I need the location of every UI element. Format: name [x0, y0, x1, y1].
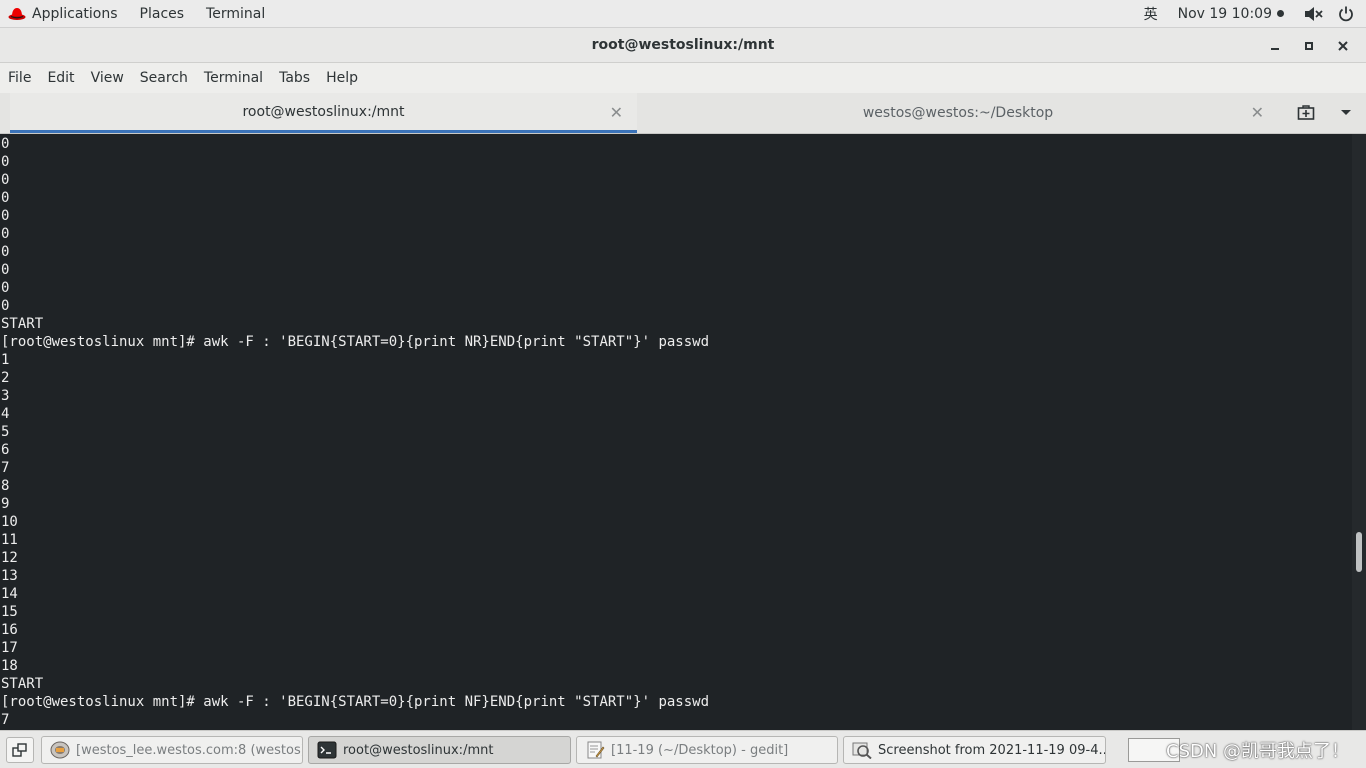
tab-menu-button[interactable]	[1326, 93, 1366, 133]
redhat-icon	[8, 7, 26, 20]
terminal-line: 10	[1, 514, 18, 530]
minimize-icon	[1271, 47, 1279, 50]
input-method-label: 英	[1143, 6, 1158, 23]
show-desktop-icon	[12, 743, 27, 757]
terminal-icon	[317, 741, 337, 759]
close-button[interactable]	[1326, 31, 1360, 61]
recording-dot-icon	[1277, 10, 1284, 17]
applications-label: Applications	[32, 5, 118, 22]
terminal-line: 0	[1, 208, 10, 224]
terminal-line: 0	[1, 298, 10, 314]
terminal-line: 18	[1, 658, 18, 674]
menu-edit[interactable]: Edit	[39, 70, 82, 86]
window-list-bar: [westos_lee.westos.com:8 (westos)... roo…	[0, 730, 1366, 768]
vnc-viewer-icon	[50, 741, 70, 759]
terminal-line: 9	[1, 496, 10, 512]
menu-file[interactable]: File	[0, 70, 39, 86]
terminal-line: START	[1, 676, 44, 692]
window-title: root@westoslinux:/mnt	[591, 37, 775, 53]
tab-label: root@westoslinux:/mnt	[242, 103, 405, 120]
close-icon	[1338, 40, 1348, 51]
menu-terminal[interactable]: Terminal	[196, 70, 271, 86]
terminal-line: 12	[1, 550, 18, 566]
terminal-line: START	[1, 316, 44, 332]
terminal-line: 16	[1, 622, 18, 638]
tab-bar: root@westoslinux:/mnt ✕ westos@westos:~/…	[0, 93, 1366, 134]
maximize-icon	[1305, 41, 1313, 50]
terminal-line: 1	[1, 352, 10, 368]
task-label: root@westoslinux:/mnt	[343, 742, 494, 758]
image-viewer-icon	[852, 742, 872, 759]
terminal-line: 14	[1, 586, 18, 602]
terminal-line: 0	[1, 154, 10, 170]
volume-muted-icon	[1305, 6, 1323, 21]
tab-westos-desktop[interactable]: westos@westos:~/Desktop ✕	[638, 93, 1278, 133]
minimize-button[interactable]	[1258, 31, 1292, 61]
task-image-viewer[interactable]: Screenshot from 2021-11-19 09-4...	[843, 736, 1106, 764]
task-label: [11-19 (~/Desktop) - gedit]	[611, 742, 789, 758]
tab-root-mnt[interactable]: root@westoslinux:/mnt ✕	[10, 93, 637, 133]
terminal-line: 13	[1, 568, 18, 584]
terminal-output[interactable]: 0 0 0 0 0 0 0 0 0 0 START [root@westosli…	[0, 134, 1352, 730]
volume-indicator[interactable]	[1298, 6, 1330, 22]
scrollbar-thumb[interactable]	[1356, 532, 1362, 572]
terminal-line: 4	[1, 406, 10, 422]
terminal-line: 7	[1, 712, 10, 728]
terminal-line: 11	[1, 532, 18, 548]
terminal-line: 3	[1, 388, 10, 404]
menu-view[interactable]: View	[83, 70, 132, 86]
new-tab-button[interactable]	[1286, 93, 1326, 133]
terminal-text: 0 0 0 0 0 0 0 0 0 0 START [root@westosli…	[0, 134, 1352, 729]
terminal-line: 5	[1, 424, 10, 440]
terminal-line: [root@westoslinux mnt]# awk -F : 'BEGIN{…	[1, 334, 710, 350]
terminal-line: 15	[1, 604, 18, 620]
terminal-line: 0	[1, 262, 10, 278]
new-tab-icon	[1297, 105, 1315, 120]
task-terminal[interactable]: root@westoslinux:/mnt	[308, 736, 571, 764]
task-gedit[interactable]: [11-19 (~/Desktop) - gedit]	[576, 736, 838, 764]
terminal-line: [root@westoslinux mnt]# awk -F : 'BEGIN{…	[1, 694, 710, 710]
input-method-indicator[interactable]: 英	[1134, 4, 1168, 24]
terminal-line: 7	[1, 460, 10, 476]
clock-label: Nov 19 10:09	[1177, 5, 1272, 22]
terminal-scrollbar[interactable]	[1352, 134, 1366, 730]
applications-menu[interactable]: Applications	[0, 6, 129, 22]
power-icon	[1339, 6, 1353, 21]
terminal-line: 0	[1, 244, 10, 260]
task-label: [westos_lee.westos.com:8 (westos)...	[76, 742, 303, 758]
tab-close-icon[interactable]: ✕	[610, 103, 623, 122]
watermark-text: CSDN @凯哥我点了！	[1166, 741, 1350, 762]
maximize-button[interactable]	[1292, 31, 1326, 61]
clock[interactable]: Nov 19 10:09	[1168, 6, 1298, 22]
terminal-line: 8	[1, 478, 10, 494]
terminal-line: 2	[1, 370, 10, 386]
text-editor-icon	[587, 741, 605, 759]
terminal-line: 6	[1, 442, 10, 458]
menu-bar: File Edit View Search Terminal Tabs Help	[0, 63, 1366, 93]
show-desktop-button[interactable]	[6, 737, 34, 763]
task-vnc-viewer[interactable]: [westos_lee.westos.com:8 (westos)...	[41, 736, 303, 764]
tab-label: westos@westos:~/Desktop	[862, 105, 1054, 121]
terminal-line: 17	[1, 640, 18, 656]
top-bar: Applications Places Terminal 英 Nov 19 10…	[0, 0, 1366, 28]
task-label: Screenshot from 2021-11-19 09-4...	[878, 742, 1106, 758]
menu-tabs[interactable]: Tabs	[271, 70, 318, 86]
terminal-line: 0	[1, 226, 10, 242]
terminal-app-menu[interactable]: Terminal	[195, 6, 276, 22]
terminal-line: 0	[1, 136, 10, 152]
terminal-line: 0	[1, 280, 10, 296]
terminal-line: 0	[1, 172, 10, 188]
terminal-line: 0	[1, 190, 10, 206]
chevron-down-icon	[1341, 110, 1351, 115]
places-menu[interactable]: Places	[129, 6, 196, 22]
power-menu[interactable]	[1330, 6, 1366, 22]
menu-help[interactable]: Help	[318, 70, 366, 86]
menu-search[interactable]: Search	[132, 70, 196, 86]
tab-close-icon[interactable]: ✕	[1251, 103, 1264, 122]
window-titlebar[interactable]: root@westoslinux:/mnt	[0, 28, 1366, 63]
